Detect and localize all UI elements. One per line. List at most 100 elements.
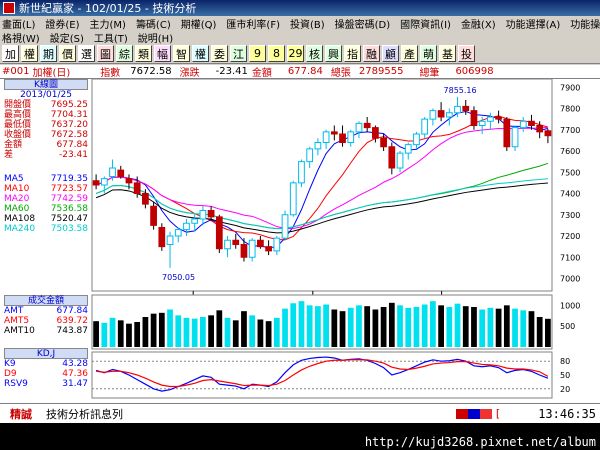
toolbar-button-17[interactable]: 興 (325, 45, 342, 62)
candle-body (117, 169, 125, 177)
candle-body (265, 246, 272, 252)
menu-item-row1-6[interactable]: 投資(B) (290, 16, 325, 31)
volume-bar (495, 308, 502, 347)
price-tick-label: 7100 (560, 253, 580, 262)
menu-item-row1-9[interactable]: 金融(X) (461, 16, 496, 31)
toolbar-button-11[interactable]: 委 (211, 45, 228, 62)
technical-chart[interactable]: 7855.167050.05111213/01 7900780077007600… (0, 65, 600, 403)
volume-bar (306, 305, 313, 347)
volume-bar (520, 310, 527, 347)
volume-bar (265, 321, 272, 347)
volume-bar (183, 317, 190, 347)
toolbar-button-2[interactable]: 期 (40, 45, 57, 62)
volume-bar (273, 317, 280, 347)
toolbar-button-0[interactable]: 加 (2, 45, 19, 62)
toolbar-button-22[interactable]: 萌 (420, 45, 437, 62)
toolbar-button-4[interactable]: 選 (78, 45, 95, 62)
candle-body (380, 137, 387, 148)
toolbar-button-20[interactable]: 顧 (382, 45, 399, 62)
candle-body (437, 110, 445, 118)
volume-bar (249, 315, 256, 347)
volume-bar (208, 315, 214, 347)
volume-bar (257, 319, 264, 347)
volume-bar (241, 311, 247, 347)
volume-bar (512, 308, 518, 347)
menu-item-row1-0[interactable]: 畫面(L) (2, 16, 35, 31)
menu-item-row1-5[interactable]: 匯市利率(F) (226, 16, 280, 31)
volume-tick-label: 500 (560, 322, 575, 331)
volume-bar (134, 322, 141, 347)
toolbar-button-24[interactable]: 投 (458, 45, 475, 62)
toolbar-button-3[interactable]: 價 (59, 45, 76, 62)
volume-bar (545, 318, 551, 347)
volume-bar (315, 306, 321, 347)
volume-bar (364, 306, 371, 347)
menu-item-row1-2[interactable]: 主力(M) (90, 16, 126, 31)
low-label: 7050.05 (162, 273, 195, 282)
kd-tick-label: 80 (560, 357, 570, 366)
status-message: 技術分析訊息列 (46, 407, 123, 421)
clock: 13:46:35 (538, 406, 596, 421)
candle-body (232, 239, 240, 245)
menu-item-row1-11[interactable]: 功能操作(F) (570, 16, 600, 31)
candle-body (314, 142, 322, 150)
candle-body (470, 110, 478, 126)
toolbar-button-10[interactable]: 權 (192, 45, 209, 62)
taskbar: http://kujd3268.pixnet.net/album (0, 423, 600, 450)
candle-body (199, 210, 207, 220)
volume-bar (101, 322, 108, 347)
candle-body (372, 127, 379, 139)
menu-item-row2-1[interactable]: 設定(S) (50, 30, 84, 45)
menu-item-row1-4[interactable]: 期權(Q) (181, 16, 217, 31)
price-tick-label: 7700 (560, 126, 580, 135)
candle-body (388, 146, 396, 169)
candle-body (92, 180, 100, 186)
volume-bar (479, 309, 486, 347)
volume-bar (397, 305, 403, 347)
menu-item-row1-10[interactable]: 功能選擇(A) (506, 16, 561, 31)
toolbar-button-15[interactable]: 29 (287, 45, 304, 62)
volume-bar (536, 317, 543, 347)
toolbar-button-12[interactable]: 江 (230, 45, 247, 62)
toolbar-button-8[interactable]: 幅 (154, 45, 171, 62)
toolbar-button-13[interactable]: 9 (249, 45, 266, 62)
volume-bar (126, 323, 132, 347)
menu-item-row1-3[interactable]: 籌碼(C) (136, 16, 171, 31)
menu-item-row2-3[interactable]: 說明(H) (138, 30, 173, 45)
menu-item-row2-2[interactable]: 工具(T) (94, 30, 128, 45)
volume-bar (347, 307, 354, 347)
price-tick-label: 7200 (560, 232, 580, 241)
menu-item-row1-8[interactable]: 國際資訊(I) (400, 16, 451, 31)
toolbar-button-23[interactable]: 基 (439, 45, 456, 62)
price-tick-label: 7400 (560, 190, 580, 199)
toolbar-button-21[interactable]: 產 (401, 45, 418, 62)
toolbar-button-19[interactable]: 融 (363, 45, 380, 62)
volume-bar (339, 311, 346, 347)
candle-body (487, 116, 494, 122)
candle-body (413, 133, 420, 146)
toolbar-button-7[interactable]: 類 (135, 45, 152, 62)
toolbar-button-18[interactable]: 指 (344, 45, 361, 62)
menu-row-primary: 畫面(L) 證券(E) 主力(M) 籌碼(C) 期權(Q) 匯市利率(F) 投資(B) 操盤密… (2, 16, 600, 31)
candle-body (347, 131, 355, 143)
menu-item-row1-7[interactable]: 操盤密碼(D) (335, 16, 391, 31)
candle-body (248, 239, 256, 258)
volume-bar (487, 307, 494, 347)
toolbar-button-16[interactable]: 核 (306, 45, 323, 62)
toolbar-button-6[interactable]: 綜 (116, 45, 133, 62)
toolbar-button-14[interactable]: 8 (268, 45, 285, 62)
toolbar-button-5[interactable]: 圖 (97, 45, 114, 62)
volume-bar (356, 305, 362, 347)
candle-body (528, 120, 535, 126)
volume-bar (200, 317, 206, 347)
menu-item-row2-0[interactable]: 格視(W) (2, 30, 40, 45)
toolbar-button-1[interactable]: 權 (21, 45, 38, 62)
candle-body (536, 125, 544, 133)
volume-bar (109, 317, 116, 347)
candle-body (322, 131, 330, 143)
price-tick-label: 7800 (560, 105, 580, 114)
volume-bar (388, 302, 395, 347)
candle-body (495, 116, 502, 120)
toolbar-button-9[interactable]: 智 (173, 45, 190, 62)
menu-item-row1-1[interactable]: 證券(E) (45, 16, 79, 31)
